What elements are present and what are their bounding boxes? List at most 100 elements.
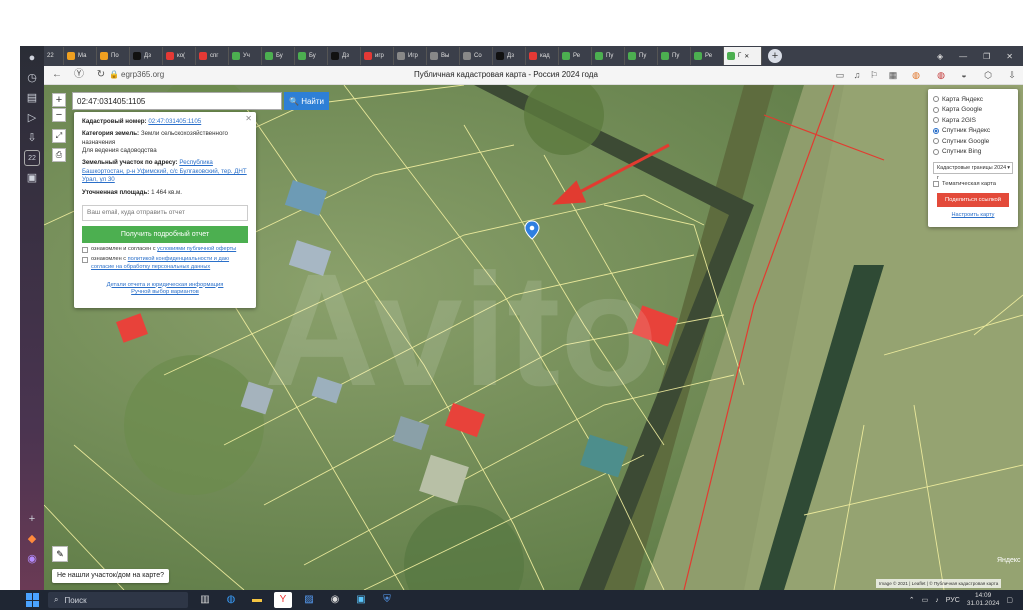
details-link[interactable]: Детали отчета и юридическая информация [107, 282, 224, 288]
tab[interactable]: Дз [328, 47, 361, 65]
network-icon[interactable]: ▭ [922, 596, 929, 604]
tab[interactable]: Пу [625, 47, 658, 65]
downloads-icon[interactable]: ⇩ [24, 130, 40, 146]
tab[interactable]: игр [361, 47, 394, 65]
yandex-browser-icon[interactable]: Y [274, 592, 292, 608]
email-field[interactable] [82, 204, 248, 221]
share-link-button[interactable]: Поделиться ссылкой [937, 193, 1009, 207]
tab[interactable]: Ма [64, 47, 97, 65]
layer-radio[interactable] [933, 96, 939, 103]
configure-map-link[interactable]: Настроить карту [933, 212, 1013, 218]
tab[interactable]: По [97, 47, 130, 65]
alice-icon[interactable]: ◉ [24, 551, 40, 567]
downloads-icon[interactable]: ⇩ [1006, 69, 1018, 81]
player-icon[interactable]: ▷ [24, 110, 40, 126]
zoom-icon[interactable]: ▣ [352, 592, 370, 608]
consent-privacy-checkbox[interactable] [82, 257, 88, 264]
offer-link[interactable]: условиями публичной оферты [157, 246, 236, 252]
tab[interactable]: Уч [229, 47, 262, 65]
edge-icon[interactable]: ◍ [222, 592, 240, 608]
map-canvas[interactable]: Avito + − ⤢ ⎙ 🔍 Найти ✕ Кадастровый номе… [44, 85, 1023, 590]
tab[interactable]: Пу [592, 47, 625, 65]
history-icon[interactable]: ◷ [24, 70, 40, 86]
get-report-button[interactable]: Получить подробный отчет [82, 225, 248, 243]
tab-counter[interactable]: 22 [44, 47, 64, 65]
layer-option[interactable]: Спутник Google [933, 136, 1013, 147]
tab-active[interactable]: Г ✕ [724, 47, 762, 65]
fullscreen-button[interactable]: ⤢ [52, 129, 66, 143]
close-icon[interactable]: ✕ [744, 53, 749, 60]
profile-icon[interactable]: ● [24, 50, 40, 66]
extensions-icon[interactable]: ◈ [937, 52, 943, 61]
extension-icon[interactable]: ▦ [887, 69, 899, 81]
manual-select-link[interactable]: Ручной выбор вариантов [131, 289, 199, 295]
back-icon[interactable]: ← [50, 68, 64, 82]
tab-counter-icon[interactable]: 22 [24, 150, 40, 166]
headphones-icon[interactable]: ♫ [851, 69, 863, 81]
task-view-icon[interactable]: ▥ [196, 592, 214, 608]
read-icon[interactable]: ▭ [834, 69, 846, 81]
bookmark-icon[interactable]: ⚐ [868, 69, 880, 81]
windows-start-button[interactable] [26, 593, 40, 607]
consent-offer-checkbox[interactable] [82, 246, 88, 253]
search-input[interactable] [72, 92, 282, 110]
new-tab-button[interactable]: + [768, 49, 782, 63]
tab[interactable]: Со [460, 47, 493, 65]
print-button[interactable]: ⎙ [52, 148, 66, 162]
not-found-tip[interactable]: Не нашли участок/дом на карте? [52, 569, 169, 583]
add-panel-icon[interactable]: + [24, 511, 40, 527]
screen-icon[interactable]: ▣ [24, 170, 40, 186]
close-icon[interactable]: ✕ [245, 114, 252, 125]
cadastral-number-link[interactable]: 02:47:031405:1105 [148, 118, 201, 125]
notifications-icon[interactable]: ▢ [1006, 596, 1013, 604]
clock[interactable]: 14:09 31.01.2024 [967, 592, 1000, 608]
layer-radio[interactable] [933, 127, 939, 134]
layer-radio[interactable] [933, 148, 939, 155]
app-icon-3[interactable]: ◉ [326, 592, 344, 608]
tab[interactable]: Бу [295, 47, 328, 65]
url-field[interactable]: egrp365.org [121, 70, 164, 79]
extension-icon-4[interactable]: ◒ [958, 69, 970, 81]
layer-select[interactable]: Кадастровые границы 2024 г ▾ [933, 162, 1013, 181]
extension-icon-5[interactable]: ⬡ [982, 69, 994, 81]
layer-option[interactable]: Спутник Яндекс [933, 126, 1013, 137]
layer-radio[interactable] [933, 138, 939, 145]
layer-option[interactable]: Спутник Bing [933, 147, 1013, 158]
tab[interactable]: Игр [394, 47, 427, 65]
extension-icon-2[interactable]: ◍ [910, 69, 922, 81]
tab[interactable]: Пу [658, 47, 691, 65]
explorer-icon[interactable]: ▬ [248, 592, 266, 608]
language-indicator[interactable]: РУС [946, 597, 960, 604]
bookmarks-icon[interactable]: ▤ [24, 90, 40, 106]
close-window-icon[interactable]: ✕ [1006, 52, 1013, 61]
zoom-in-button[interactable]: + [52, 93, 66, 107]
zoom-out-button[interactable]: − [52, 108, 66, 122]
layer-option[interactable]: Карта Яндекс [933, 94, 1013, 105]
search-button[interactable]: 🔍 Найти [284, 92, 329, 110]
layer-radio[interactable] [933, 106, 939, 113]
extension-icon-3[interactable]: ◍ [935, 69, 947, 81]
tab[interactable]: Дз [493, 47, 526, 65]
tab[interactable]: ко( [163, 47, 196, 65]
layer-radio[interactable] [933, 117, 939, 124]
app-icon[interactable]: ◆ [24, 531, 40, 547]
app-icon-2[interactable]: ▨ [300, 592, 318, 608]
reload-icon[interactable]: ↻ [94, 68, 108, 82]
tab[interactable]: Ре [559, 47, 592, 65]
defender-icon[interactable]: ⛨ [378, 592, 396, 608]
chevron-up-icon[interactable]: ⌃ [909, 596, 915, 604]
tab[interactable]: спг [196, 47, 229, 65]
volume-icon[interactable]: ♪ [935, 597, 939, 604]
restore-icon[interactable]: ❐ [983, 52, 990, 61]
tab[interactable]: Бу [262, 47, 295, 65]
ruler-icon[interactable]: ✎ [52, 546, 68, 562]
layer-option[interactable]: Карта 2GIS [933, 115, 1013, 126]
minimize-icon[interactable]: — [959, 52, 967, 61]
tab[interactable]: Вы [427, 47, 460, 65]
tab[interactable]: кад [526, 47, 559, 65]
layer-option[interactable]: Карта Google [933, 105, 1013, 116]
taskbar-search[interactable]: ⌕ Поиск [48, 592, 188, 608]
yandex-icon[interactable]: Ⓨ [72, 68, 86, 82]
tab[interactable]: Ре [691, 47, 724, 65]
tab[interactable]: Дз [130, 47, 163, 65]
